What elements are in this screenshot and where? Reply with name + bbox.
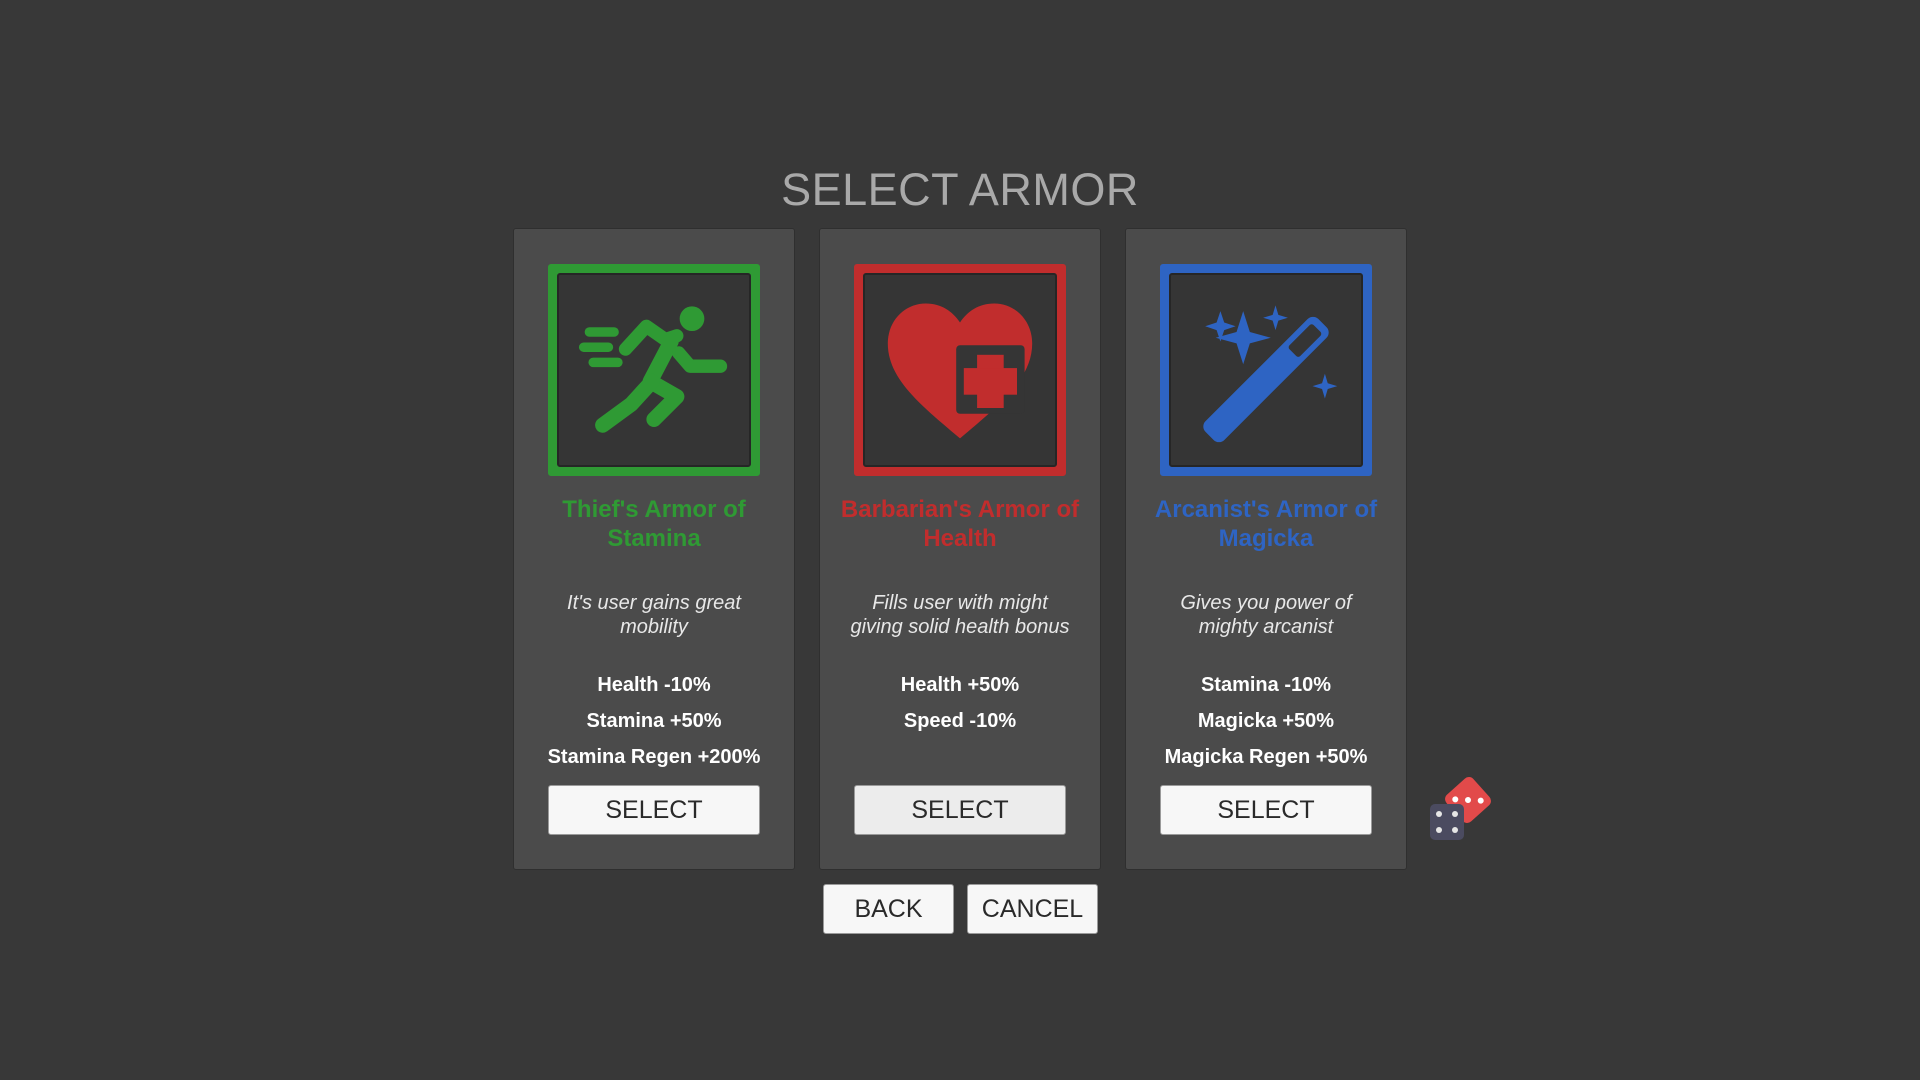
armor-stats: Health -10% Stamina +50% Stamina Regen +… [514, 673, 794, 781]
stat-line: Health +50% [900, 674, 1020, 696]
stat-line: Health -10% [597, 674, 711, 696]
cancel-button[interactable]: CANCEL [967, 884, 1098, 934]
select-button-arcanist[interactable]: SELECT [1160, 785, 1372, 835]
armor-stats: Health +50% Speed -10% [820, 673, 1100, 745]
armor-card-thief: Thief's Armor of Stamina It's user gains… [513, 228, 795, 870]
armor-icon-frame [1160, 264, 1372, 476]
armor-description: It's user gains great mobility [567, 592, 741, 638]
stat-line: Stamina Regen +200% [547, 746, 761, 768]
running-person-icon [578, 306, 728, 433]
armor-name: Barbarian's Armor of Health [840, 496, 1080, 552]
armor-selection-screen: SELECT ARMOR Thief's Armor of Stamina It… [0, 0, 1920, 1080]
armor-stats: Stamina -10% Magicka +50% Magicka Regen … [1126, 673, 1406, 781]
dice-icon [1430, 777, 1491, 840]
back-button[interactable]: BACK [823, 884, 954, 934]
armor-description: Fills user with might giving solid healt… [850, 592, 1070, 638]
armor-name: Thief's Armor of Stamina [562, 496, 746, 552]
stat-line: Stamina +50% [586, 710, 722, 732]
page-title: SELECT ARMOR [781, 164, 1139, 215]
select-button-barbarian[interactable]: SELECT [854, 785, 1066, 835]
stat-line: Magicka +50% [1197, 710, 1335, 732]
armor-name: Arcanist's Armor of Magicka [1154, 496, 1378, 552]
armor-description: Gives you power of mighty arcanist [1180, 592, 1352, 638]
armor-icon-frame [548, 264, 760, 476]
select-button-thief[interactable]: SELECT [548, 785, 760, 835]
randomize-dice-button[interactable] [1428, 776, 1498, 844]
stat-line: Stamina -10% [1200, 674, 1332, 696]
magic-wand-icon [1203, 305, 1338, 443]
stat-line: Magicka Regen +50% [1164, 746, 1368, 768]
armor-card-arcanist: Arcanist's Armor of Magicka Gives you po… [1125, 228, 1407, 870]
heart-plus-icon [887, 303, 1033, 439]
armor-card-barbarian: Barbarian's Armor of Health Fills user w… [819, 228, 1101, 870]
armor-icon-frame [854, 264, 1066, 476]
stat-line: Speed -10% [903, 710, 1017, 732]
